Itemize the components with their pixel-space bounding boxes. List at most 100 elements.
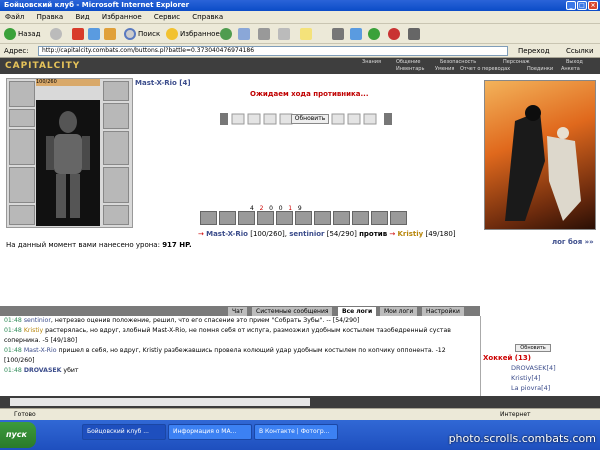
chat-line: 01:48 DROVASEK убит bbox=[4, 367, 79, 374]
opponent-name[interactable]: Mast-X-Rio [4] bbox=[135, 79, 191, 87]
task-vkontakte[interactable]: В Контакте | Фотогр... bbox=[254, 424, 338, 440]
ally-name[interactable]: sentinior bbox=[289, 230, 324, 238]
enemy-name[interactable]: Kristiy bbox=[397, 230, 423, 238]
messenger-button[interactable] bbox=[332, 27, 346, 41]
battle-log-link[interactable]: лог боя »» bbox=[552, 238, 594, 246]
armor-slot[interactable] bbox=[9, 167, 35, 203]
skill-slot-3[interactable] bbox=[238, 211, 255, 225]
back-button[interactable]: Назад bbox=[4, 27, 40, 41]
online-user[interactable]: La piovra[4] bbox=[511, 384, 550, 392]
window-title-bar: Бойцовский клуб - Microsoft Internet Exp… bbox=[0, 0, 600, 11]
nav-exit[interactable]: Выход bbox=[566, 59, 583, 66]
subnav-duels[interactable]: Поединки bbox=[527, 66, 553, 73]
skill-slot-11[interactable] bbox=[390, 211, 407, 225]
waiting-message: Ожидаем хода противника... bbox=[250, 90, 369, 98]
favorites-button[interactable]: Избранное bbox=[166, 27, 220, 41]
history-button[interactable] bbox=[220, 27, 234, 41]
refresh-icon bbox=[88, 28, 100, 40]
earrings-slot[interactable] bbox=[103, 81, 129, 101]
tab-system[interactable]: Системные сообщения bbox=[252, 307, 333, 316]
amulet-slot[interactable] bbox=[9, 109, 35, 127]
maximize-button[interactable]: □ bbox=[577, 1, 587, 10]
hp-bar: 100/260 bbox=[36, 79, 100, 86]
menu-tools[interactable]: Сервис bbox=[154, 13, 180, 21]
home-button[interactable] bbox=[104, 27, 118, 41]
nav-security[interactable]: Безопасность bbox=[440, 59, 476, 66]
weapon-slot[interactable] bbox=[9, 129, 35, 165]
status-bar: Готово Интернет bbox=[0, 408, 600, 420]
mail-button[interactable] bbox=[238, 27, 252, 41]
extra-button[interactable] bbox=[388, 27, 402, 41]
helmet-slot[interactable] bbox=[9, 81, 35, 107]
search-button[interactable]: Поиск bbox=[124, 27, 160, 41]
tab-my-logs[interactable]: Мои логи bbox=[380, 307, 418, 316]
player-hp: [100/260] bbox=[250, 230, 285, 238]
tab-chat[interactable]: Чат bbox=[228, 307, 248, 316]
chat-line: 01:48 Kristiy растерялась, но вдруг, зло… bbox=[4, 327, 451, 344]
menu-favorites[interactable]: Избранное bbox=[102, 13, 142, 21]
pants-slot[interactable] bbox=[103, 167, 129, 203]
mail-icon bbox=[238, 28, 250, 40]
minimize-button[interactable]: _ bbox=[566, 1, 576, 10]
skill-slot-7[interactable] bbox=[314, 211, 331, 225]
damage-value: 917 HP. bbox=[162, 241, 192, 249]
player-name[interactable]: Mast-X-Rio bbox=[206, 230, 248, 238]
camera-button[interactable] bbox=[408, 27, 422, 41]
skill-slot-1[interactable] bbox=[200, 211, 217, 225]
subnav-transfers[interactable]: Отчет о переводах bbox=[460, 66, 510, 73]
task-info[interactable]: Информация о МА... bbox=[168, 424, 252, 440]
subnav-profile[interactable]: Анкета bbox=[561, 66, 580, 73]
star-icon bbox=[166, 28, 178, 40]
links-button[interactable]: Ссылки bbox=[566, 44, 594, 58]
toolbar: Назад Поиск Избранное bbox=[0, 24, 600, 44]
subnav-inventory[interactable]: Инвентарь bbox=[396, 66, 424, 73]
character-avatar bbox=[36, 100, 100, 226]
skill-slot-4[interactable] bbox=[257, 211, 274, 225]
chat-input[interactable] bbox=[10, 398, 310, 406]
nav-knowledge[interactable]: Знания bbox=[362, 59, 381, 66]
opponent-portrait bbox=[484, 80, 596, 230]
belt-slot[interactable] bbox=[9, 205, 35, 225]
gloves-slot[interactable] bbox=[103, 103, 129, 129]
research-icon bbox=[350, 28, 362, 40]
print-button[interactable] bbox=[258, 27, 272, 41]
print-icon bbox=[258, 28, 270, 40]
ally-hp: [54/290] bbox=[326, 230, 357, 238]
tab-all-logs[interactable]: Все логи bbox=[338, 307, 377, 316]
refresh-battle-button[interactable]: Обновить bbox=[291, 114, 329, 124]
menu-view[interactable]: Вид bbox=[75, 13, 89, 21]
skill-slot-8[interactable] bbox=[333, 211, 350, 225]
research-button[interactable] bbox=[350, 27, 364, 41]
enemy-hp: [49/180] bbox=[425, 230, 456, 238]
shield-slot[interactable] bbox=[103, 131, 129, 165]
nav-communication[interactable]: Общение bbox=[396, 59, 420, 66]
task-combats[interactable]: Бойцовский клуб ... bbox=[82, 424, 166, 440]
boots-slot[interactable] bbox=[103, 205, 129, 225]
menu-file[interactable]: Файл bbox=[5, 13, 24, 21]
nav-character[interactable]: Персонаж bbox=[503, 59, 530, 66]
skill-slot-2[interactable] bbox=[219, 211, 236, 225]
game-header: CAPITALCITY Знания Общение Безопасность … bbox=[0, 58, 600, 74]
subnav-skills[interactable]: Умения bbox=[435, 66, 454, 73]
skill-slot-6[interactable] bbox=[295, 211, 312, 225]
icq-button[interactable] bbox=[368, 27, 382, 41]
start-button[interactable]: пуск bbox=[0, 422, 36, 448]
chat-line: 01:48 sentinior, нетрезво оценив положен… bbox=[4, 317, 360, 324]
online-user[interactable]: DROVASEK[4] bbox=[511, 364, 556, 372]
refresh-page-button[interactable] bbox=[88, 27, 102, 41]
menu-edit[interactable]: Правка bbox=[37, 13, 64, 21]
forward-button[interactable] bbox=[50, 27, 64, 41]
menu-help[interactable]: Справка bbox=[192, 13, 223, 21]
skill-slot-5[interactable] bbox=[276, 211, 293, 225]
discuss-button[interactable] bbox=[300, 27, 314, 41]
go-button[interactable]: Переход bbox=[518, 44, 550, 58]
online-user[interactable]: Kristiy[4] bbox=[511, 374, 541, 382]
stop-button[interactable] bbox=[72, 27, 86, 41]
skill-slot-9[interactable] bbox=[352, 211, 369, 225]
refresh-online-button[interactable]: Обновить bbox=[515, 344, 551, 352]
tab-settings[interactable]: Настройки bbox=[422, 307, 464, 316]
edit-button[interactable] bbox=[278, 27, 292, 41]
skill-slot-10[interactable] bbox=[371, 211, 388, 225]
close-button[interactable]: × bbox=[588, 1, 598, 10]
address-input[interactable]: http://capitalcity.combats.com/buttons.p… bbox=[38, 46, 508, 56]
